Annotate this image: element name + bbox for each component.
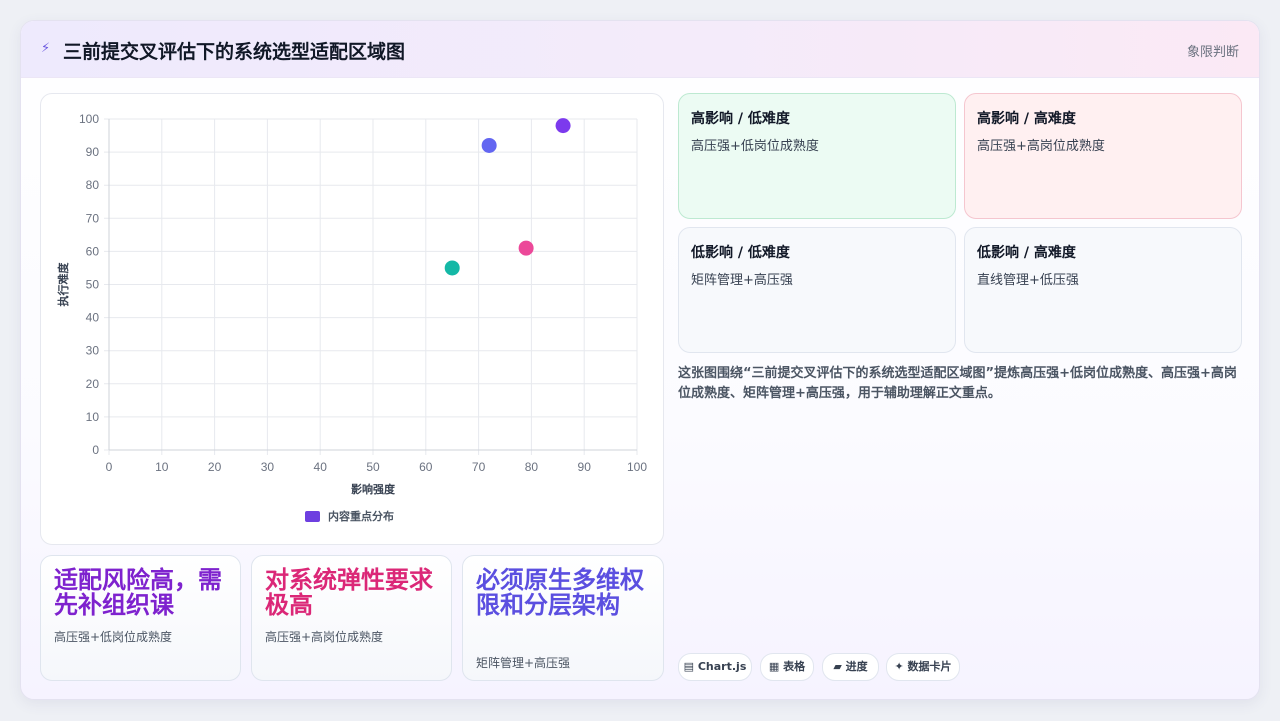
chart-panel: 0 10 20 30 40 50 60 70 80 90 100 0 10 20 30 40 50 60 70 80 9…: [40, 93, 664, 545]
stat-subtitle: 高压强+高岗位成熟度: [265, 630, 384, 644]
y-tick-label: 100: [79, 112, 99, 126]
stat-title: 对系统弹性要求极高: [265, 566, 433, 619]
quadrant-subtitle: 高压强+低岗位成熟度: [691, 139, 819, 154]
x-tick-label: 50: [366, 460, 380, 474]
legend-swatch: [305, 511, 320, 522]
chip-label: 数据卡片: [907, 660, 952, 673]
lightning-icon: ⚡: [41, 41, 51, 56]
y-tick-label: 20: [86, 377, 100, 391]
y-tick-label: 70: [86, 211, 100, 225]
scatter-chart: 0 10 20 30 40 50 60 70 80 90 100 0 10 20 30 40 50 60 70 80 9…: [56, 112, 647, 523]
stat-subtitle: 矩阵管理+高压强: [476, 656, 571, 670]
chart-icon: ▤: [683, 660, 695, 673]
sparkle-icon: ✦: [894, 660, 904, 673]
data-point: [481, 137, 497, 153]
main-card: ⚡ 三前提交叉评估下的系统选型适配区域图 象限判断 0 10 20 30 40 50 60 7…: [20, 20, 1260, 700]
chip-chartjs[interactable]: ▤ Chart.js: [678, 653, 752, 681]
y-tick-label: 90: [86, 145, 100, 159]
y-axis-label: 执行难度: [56, 262, 70, 307]
y-tick-label: 60: [86, 244, 100, 258]
quadrant-high-impact-low-difficulty: 高影响 / 低难度 高压强+低岗位成熟度: [678, 93, 956, 219]
chip-table[interactable]: ▦ 表格: [760, 653, 814, 681]
data-point: [518, 240, 534, 256]
progress-icon: ▰: [833, 660, 842, 673]
quadrant-title: 高影响 / 高难度: [977, 111, 1076, 127]
stat-card-2: 对系统弹性要求极高 高压强+高岗位成熟度: [251, 555, 452, 681]
stat-title: 适配风险高，需先补组织课: [54, 566, 222, 619]
y-tick-label: 10: [86, 410, 100, 424]
x-tick-label: 20: [208, 460, 222, 474]
y-tick-label: 40: [86, 311, 100, 325]
chart-description: 这张图围绕“三前提交叉评估下的系统选型适配区域图”提炼高压强+低岗位成熟度、高压…: [678, 366, 1237, 401]
stat-subtitle: 高压强+低岗位成熟度: [54, 630, 173, 644]
page-title: 三前提交叉评估下的系统选型适配区域图: [63, 41, 406, 63]
quadrant-subtitle: 直线管理+低压强: [977, 273, 1079, 288]
chip-progress[interactable]: ▰ 进度: [822, 653, 879, 681]
quadrant-subtitle: 高压强+高岗位成熟度: [977, 139, 1105, 154]
stat-card-3: 必须原生多维权限和分层架构 矩阵管理+高压强: [462, 555, 664, 681]
quadrant-low-impact-high-difficulty: 低影响 / 高难度 直线管理+低压强: [964, 227, 1242, 353]
chip-data-card[interactable]: ✦ 数据卡片: [886, 653, 960, 681]
stat-card-1: 适配风险高，需先补组织课 高压强+低岗位成熟度: [40, 555, 241, 681]
x-tick-label: 40: [314, 460, 328, 474]
header-tag: 象限判断: [1186, 45, 1239, 60]
chip-label: 表格: [783, 660, 806, 673]
x-tick-label: 60: [419, 460, 433, 474]
table-icon: ▦: [768, 660, 780, 673]
x-tick-label: 10: [155, 460, 169, 474]
quadrant-title: 低影响 / 高难度: [977, 245, 1076, 261]
header: ⚡ 三前提交叉评估下的系统选型适配区域图 象限判断: [21, 21, 1259, 78]
stat-title: 必须原生多维权限和分层架构: [476, 566, 644, 619]
quadrant-low-impact-low-difficulty: 低影响 / 低难度 矩阵管理+高压强: [678, 227, 956, 353]
x-tick-label: 100: [627, 460, 647, 474]
y-tick-label: 0: [92, 443, 99, 457]
x-tick-label: 0: [106, 460, 113, 474]
legend-label: 内容重点分布: [328, 509, 394, 523]
data-point: [444, 260, 460, 276]
x-tick-label: 30: [261, 460, 275, 474]
y-tick-label: 30: [86, 344, 100, 358]
x-tick-label: 90: [578, 460, 592, 474]
data-point: [555, 118, 571, 134]
y-tick-label: 80: [86, 178, 100, 192]
quadrant-high-impact-high-difficulty: 高影响 / 高难度 高压强+高岗位成熟度: [964, 93, 1242, 219]
x-tick-label: 80: [525, 460, 539, 474]
x-tick-label: 70: [472, 460, 486, 474]
y-tick-label: 50: [86, 278, 100, 292]
quadrant-subtitle: 矩阵管理+高压强: [691, 273, 793, 288]
quadrant-title: 高影响 / 低难度: [691, 111, 790, 127]
quadrant-title: 低影响 / 低难度: [691, 245, 790, 261]
chip-label: 进度: [845, 660, 868, 673]
chip-label: Chart.js: [697, 660, 747, 673]
x-axis-label: 影响强度: [351, 482, 396, 496]
